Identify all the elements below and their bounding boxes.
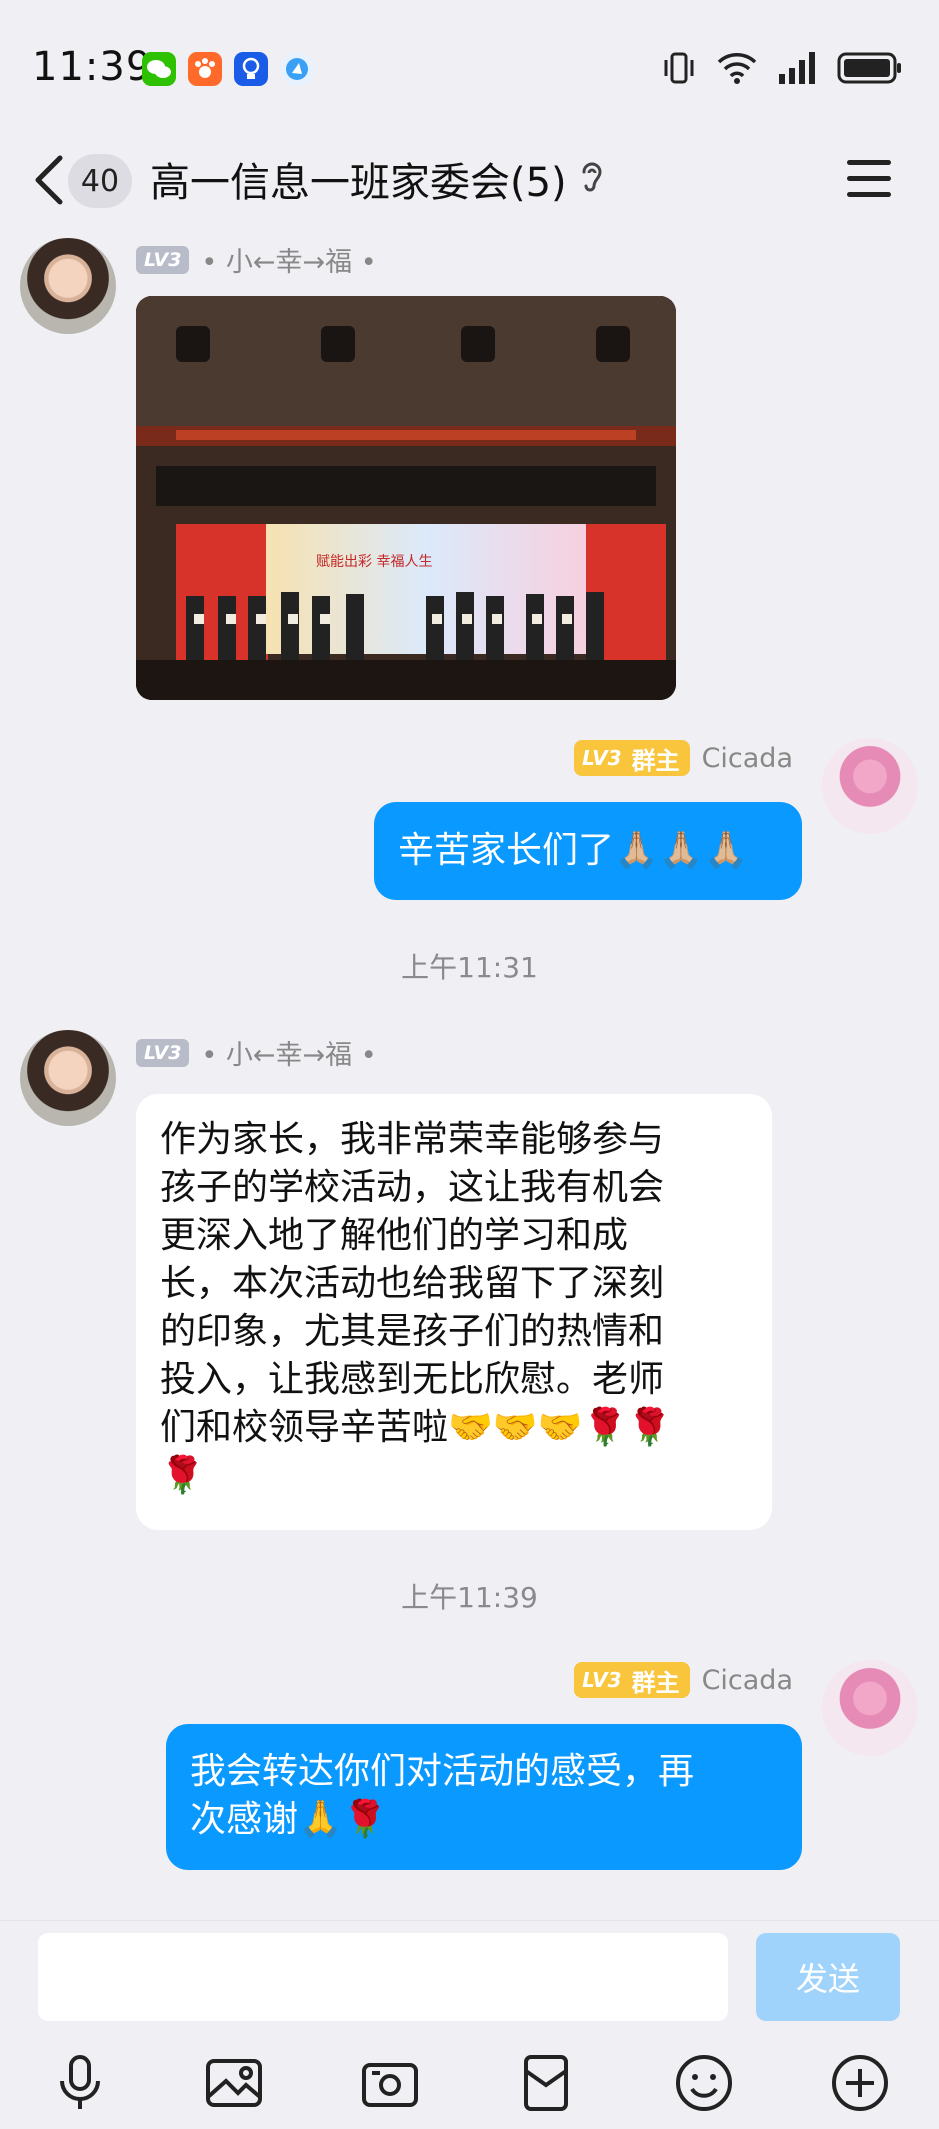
chat-header: 40 高一信息一班家委会(5) <box>0 130 939 236</box>
message-line: 我会转达你们对活动的感受，再 <box>190 1751 695 1792</box>
sender-line: LV3 群主 Cicada <box>574 740 793 776</box>
timestamp: 上午11:31 <box>401 951 538 984</box>
paw-app-icon <box>188 52 222 86</box>
message-line: 孩子的学校活动，这让我有机会 <box>160 1167 665 1208</box>
message-line: 长，本次活动也给我留下了深刻 <box>160 1263 665 1304</box>
message-bubble[interactable]: 我会转达你们对活动的感受，再 次感谢🙏🌹 <box>166 1724 802 1870</box>
level-badge: LV3 <box>582 1668 622 1692</box>
message-line: 🌹 <box>160 1455 205 1496</box>
sender-line: LV3 群主 Cicada <box>574 1662 793 1698</box>
page-title[interactable]: 高一信息一班家委会(5) <box>150 150 567 208</box>
level-badge: LV3 <box>136 245 190 274</box>
status-indicators <box>661 50 903 86</box>
red-packet-icon[interactable] <box>514 2051 578 2115</box>
status-bar: 11:39 <box>0 0 939 140</box>
menu-line <box>847 160 891 165</box>
avatar[interactable] <box>20 238 116 334</box>
input-bar: 发送 <box>0 1920 939 2129</box>
menu-line <box>847 192 891 197</box>
menu-line <box>847 176 891 181</box>
wechat-icon <box>142 52 176 86</box>
vibrate-icon <box>664 52 694 84</box>
sender-line: LV3 • 小←幸→福 • <box>136 240 377 279</box>
message-line: 更深入地了解他们的学习和成 <box>160 1215 629 1256</box>
banner-text: 赋能出彩 幸福人生 <box>316 554 432 570</box>
unread-badge[interactable]: 40 <box>68 154 132 208</box>
voice-icon[interactable] <box>48 2051 112 2115</box>
image-icon[interactable] <box>202 2051 266 2115</box>
browser-app-icon <box>280 52 314 86</box>
level-badge: LV3 <box>136 1038 190 1067</box>
role-label: 群主 <box>631 1668 680 1697</box>
plus-icon[interactable] <box>828 2051 892 2115</box>
avatar[interactable] <box>822 1660 918 1756</box>
avatar[interactable] <box>822 738 918 834</box>
role-label: 群主 <box>631 746 680 775</box>
message-image[interactable]: 赋能出彩 幸福人生 <box>136 296 676 700</box>
input-toolbar <box>0 2051 939 2121</box>
status-time: 11:39 <box>32 44 153 90</box>
message-line: 们和校领导辛苦啦🤝🤝🤝🌹🌹 <box>160 1407 673 1448</box>
message-line: 作为家长，我非常荣幸能够参与 <box>160 1119 665 1160</box>
battery-icon <box>837 52 901 84</box>
message-bubble[interactable]: 作为家长，我非常荣幸能够参与 孩子的学校活动，这让我有机会 更深入地了解他们的学… <box>136 1094 772 1530</box>
timestamp: 上午11:39 <box>401 1581 538 1614</box>
sender-name[interactable]: • 小←幸→福 • <box>201 1033 376 1072</box>
sender-line: LV3 • 小←幸→福 • <box>136 1033 377 1072</box>
sender-name[interactable]: Cicada <box>702 743 793 774</box>
sender-name[interactable]: Cicada <box>702 1665 793 1696</box>
bulb-app-icon <box>234 52 268 86</box>
stage-ceremony-photo: 赋能出彩 幸福人生 <box>136 296 676 700</box>
camera-icon[interactable] <box>358 2051 422 2115</box>
message-text: 辛苦家长们了🙏🏼🙏🏼🙏🏼 <box>398 830 749 871</box>
ear-mode-icon[interactable] <box>578 158 606 202</box>
avatar[interactable] <box>20 1030 116 1126</box>
owner-badge: LV3 群主 <box>574 740 690 776</box>
signal-icon <box>779 52 815 84</box>
message-line: 的印象，尤其是孩子们的热情和 <box>160 1311 665 1352</box>
sender-name[interactable]: • 小←幸→福 • <box>201 240 376 279</box>
message-bubble[interactable]: 辛苦家长们了🙏🏼🙏🏼🙏🏼 <box>374 802 802 900</box>
wifi-icon <box>717 53 757 84</box>
owner-badge: LV3 群主 <box>574 1662 690 1698</box>
chevron-left-icon <box>35 155 63 205</box>
level-badge: LV3 <box>582 746 622 770</box>
back-button[interactable] <box>30 150 70 210</box>
message-input[interactable] <box>38 1933 728 2021</box>
send-button[interactable]: 发送 <box>756 1933 900 2021</box>
emoji-icon[interactable] <box>672 2051 736 2115</box>
message-line: 次感谢🙏🌹 <box>190 1799 388 1840</box>
message-line: 投入，让我感到无比欣慰。老师 <box>160 1359 665 1400</box>
menu-button[interactable] <box>847 160 891 200</box>
